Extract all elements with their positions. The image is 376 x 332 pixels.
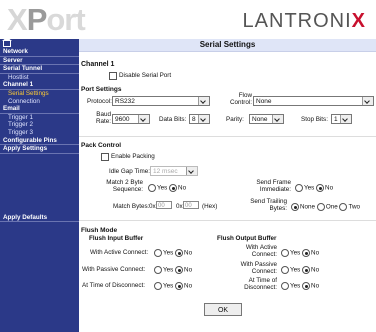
send-trailing-two-radio[interactable] [339, 203, 348, 211]
baud-rate-select[interactable]: 9600 [112, 114, 150, 124]
hex-prefix-1: 0x [149, 203, 156, 210]
sidebar-item-trigger-1[interactable]: Trigger 1 [0, 114, 79, 122]
hex-prefix-2: 0x [176, 203, 183, 210]
header: XPort LANTRONIX [0, 0, 376, 40]
ok-button[interactable]: OK [204, 303, 242, 316]
parity-label: Parity: [226, 116, 244, 123]
data-bits-select[interactable]: 8 [189, 114, 210, 124]
home-icon[interactable] [2, 37, 12, 47]
xport-logo: XPort [7, 2, 86, 37]
chevron-down-icon [362, 97, 373, 105]
flow-control-label: Flow Control: [230, 92, 253, 106]
sidebar: Network Server Serial Tunnel Hostlist Ch… [0, 37, 79, 332]
stop-bits-select[interactable]: 1 [331, 114, 352, 124]
data-bits-label: Data Bits: [159, 116, 187, 123]
sidebar-item-hostlist[interactable]: Hostlist [0, 74, 79, 82]
send-trailing-radio-group: None One Two [291, 203, 360, 211]
flush-in-active-label: With Active Connect: [90, 249, 149, 256]
send-trailing-none-radio[interactable] [291, 203, 299, 211]
lantronix-logo: LANTRONIX [242, 10, 366, 32]
flush-out-passive-label: With Passive Connect: [240, 261, 277, 275]
flush-in-active-radio-group: Yes No [154, 249, 192, 257]
flush-in-disconnect-radio-group: Yes No [154, 282, 192, 290]
pack-control-heading: Pack Control [81, 142, 122, 149]
match-2-byte-radio-group: Yes No [148, 184, 186, 192]
enable-packing-label: Enable Packing [111, 153, 155, 160]
sidebar-item-server[interactable]: Server [0, 57, 79, 66]
flush-out-disconnect-yes-radio[interactable] [281, 282, 289, 290]
disable-serial-port-checkbox[interactable] [109, 72, 117, 80]
flush-in-active-no-radio[interactable] [175, 249, 184, 257]
flush-input-heading: Flush Input Buffer [89, 235, 144, 242]
flush-out-disconnect-label: At Time of Disconnect: [244, 277, 277, 291]
match-byte-2-input[interactable]: 00 [183, 201, 199, 209]
idle-gap-label: Idle Gap Time: [109, 168, 150, 175]
send-frame-radio-group: Yes No [295, 184, 333, 192]
flush-out-active-label: With Active Connect: [245, 244, 277, 258]
disable-serial-port-label: Disable Serial Port [119, 72, 172, 79]
flush-out-disconnect-radio-group: Yes No [281, 282, 319, 290]
flush-out-passive-no-radio[interactable] [302, 266, 311, 274]
sidebar-item-apply-defaults[interactable]: Apply Defaults [0, 214, 79, 223]
flush-out-passive-radio-group: Yes No [281, 266, 319, 274]
flush-in-disconnect-label: At Time of Disconnect: [82, 282, 145, 289]
chevron-down-icon [198, 115, 209, 123]
protocol-select[interactable]: RS232 [112, 96, 210, 106]
flush-mode-heading: Flush Mode [81, 227, 118, 234]
baud-rate-label: Baud Rate: [95, 111, 111, 125]
match-2-byte-no-radio[interactable] [169, 184, 178, 192]
match-bytes-label: Match Bytes: [113, 203, 150, 210]
flush-output-heading: Flush Output Buffer [217, 235, 277, 242]
enable-packing-checkbox[interactable] [101, 153, 109, 161]
flush-out-passive-yes-radio[interactable] [281, 266, 289, 274]
flush-in-passive-label: With Passive Connect: [82, 266, 146, 273]
sidebar-item-trigger-3[interactable]: Trigger 3 [0, 129, 79, 137]
channel-heading: Channel 1 [81, 61, 115, 68]
flush-in-passive-yes-radio[interactable] [154, 266, 162, 274]
flush-in-active-yes-radio[interactable] [154, 249, 162, 257]
flush-in-passive-no-radio[interactable] [175, 266, 184, 274]
page-title: Serial Settings [79, 39, 376, 52]
chevron-down-icon [272, 115, 283, 123]
chevron-down-icon [186, 167, 197, 175]
sidebar-item-serial-settings[interactable]: Serial Settings [0, 90, 79, 98]
port-settings-heading: Port Settings [81, 86, 122, 93]
sidebar-item-network[interactable]: Network [0, 48, 79, 57]
protocol-label: Protocol: [87, 98, 112, 105]
flush-out-active-radio-group: Yes No [281, 249, 319, 257]
sidebar-item-serial-tunnel[interactable]: Serial Tunnel [0, 65, 79, 74]
sidebar-item-configurable-pins[interactable]: Configurable Pins [0, 137, 79, 146]
flow-control-select[interactable]: None [253, 96, 374, 106]
send-frame-no-radio[interactable] [316, 184, 325, 192]
chevron-down-icon [198, 97, 209, 105]
flush-out-active-no-radio[interactable] [302, 249, 311, 257]
divider [79, 220, 376, 221]
sidebar-item-connection[interactable]: Connection [0, 98, 79, 106]
idle-gap-select[interactable]: 12 msec [150, 166, 198, 176]
divider [79, 136, 376, 137]
send-trailing-label: Send Trailing Bytes: [250, 198, 287, 212]
send-trailing-one-radio[interactable] [316, 203, 325, 211]
send-frame-label: Send Frame Immediate: [256, 179, 291, 193]
sidebar-item-trigger-2[interactable]: Trigger 2 [0, 121, 79, 129]
parity-select[interactable]: None [249, 114, 284, 124]
stop-bits-label: Stop Bits: [301, 116, 328, 123]
main-panel: Serial Settings Channel 1 Disable Serial… [79, 39, 376, 332]
flush-in-disconnect-yes-radio[interactable] [154, 282, 162, 290]
match-2-byte-label: Match 2 Byte Sequence: [106, 179, 143, 193]
flush-out-active-yes-radio[interactable] [281, 249, 289, 257]
match-byte-1-input[interactable]: 00 [156, 201, 172, 209]
chevron-down-icon [340, 115, 351, 123]
sidebar-item-apply-settings[interactable]: Apply Settings [0, 145, 79, 154]
sidebar-item-channel-1[interactable]: Channel 1 [0, 81, 79, 90]
match-2-byte-yes-radio[interactable] [148, 184, 156, 192]
send-frame-yes-radio[interactable] [295, 184, 303, 192]
sidebar-item-email[interactable]: Email [0, 105, 79, 114]
flush-out-disconnect-no-radio[interactable] [302, 282, 311, 290]
hex-suffix: (Hex) [202, 203, 218, 210]
chevron-down-icon [138, 115, 149, 123]
flush-in-passive-radio-group: Yes No [154, 266, 192, 274]
flush-in-disconnect-no-radio[interactable] [175, 282, 184, 290]
